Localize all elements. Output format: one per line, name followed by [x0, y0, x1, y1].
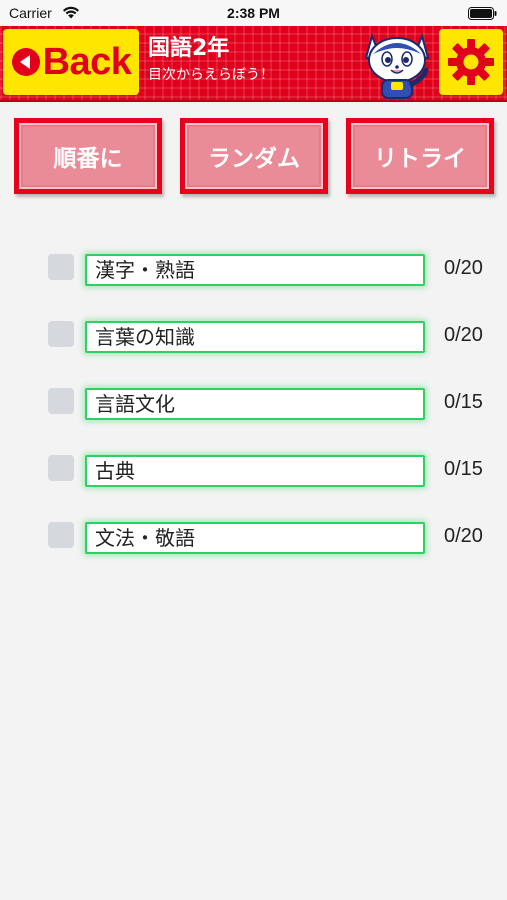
- mode-button-face: リトライ: [351, 123, 489, 189]
- mode-label: リトライ: [374, 146, 466, 172]
- item-checkbox[interactable]: [48, 522, 74, 548]
- item-checkbox[interactable]: [48, 254, 74, 280]
- item-button[interactable]: 文法・敬語: [85, 522, 425, 554]
- item-button[interactable]: 言語文化: [85, 388, 425, 420]
- item-button[interactable]: 言葉の知識: [85, 321, 425, 353]
- status-bar: Carrier 2:38 PM: [0, 0, 507, 26]
- list-item: 言語文化 0/15: [0, 388, 507, 428]
- mode-button-face: ランダム: [185, 123, 323, 189]
- title-block: 国語2年 目次からえらぼう！: [148, 36, 274, 85]
- item-progress-count: 0/20: [444, 525, 483, 547]
- mode-button-retry[interactable]: リトライ: [346, 118, 494, 194]
- item-label: 文法・敬語: [95, 526, 195, 550]
- battery-icon: [468, 7, 497, 20]
- list-item: 漢字・熟語 0/20: [0, 254, 507, 294]
- list-item: 古典 0/15: [0, 455, 507, 495]
- status-time: 2:38 PM: [227, 5, 280, 21]
- mode-button-random[interactable]: ランダム: [180, 118, 328, 194]
- page-subtitle: 目次からえらぼう！: [148, 67, 274, 83]
- item-checkbox[interactable]: [48, 321, 74, 347]
- item-button[interactable]: 古典: [85, 455, 425, 487]
- back-button-label: Back: [42, 40, 132, 83]
- item-label: 言葉の知識: [95, 325, 195, 349]
- list-item: 文法・敬語 0/20: [0, 522, 507, 562]
- item-progress-count: 0/15: [444, 458, 483, 480]
- settings-button[interactable]: [439, 29, 503, 95]
- item-label: 言語文化: [95, 392, 175, 416]
- list-item: 言葉の知識 0/20: [0, 321, 507, 361]
- mode-label: ランダム: [208, 146, 300, 172]
- item-button[interactable]: 漢字・熟語: [85, 254, 425, 286]
- item-checkbox[interactable]: [48, 455, 74, 481]
- item-checkbox[interactable]: [48, 388, 74, 414]
- back-button[interactable]: Back: [3, 29, 139, 95]
- header-bar: Back 国語2年 目次からえらぼう！: [0, 26, 507, 102]
- item-progress-count: 0/15: [444, 391, 483, 413]
- item-progress-count: 0/20: [444, 257, 483, 279]
- item-label: 古典: [95, 459, 135, 483]
- back-arrow-icon: [11, 48, 40, 76]
- gear-icon: [448, 39, 494, 85]
- page-title: 国語2年: [148, 36, 230, 61]
- mode-button-face: 順番に: [19, 123, 157, 189]
- item-progress-count: 0/20: [444, 324, 483, 346]
- mode-button-sequential[interactable]: 順番に: [14, 118, 162, 194]
- mode-label: 順番に: [53, 146, 123, 172]
- item-label: 漢字・熟語: [95, 258, 195, 282]
- mascot-cat-image: [364, 32, 430, 99]
